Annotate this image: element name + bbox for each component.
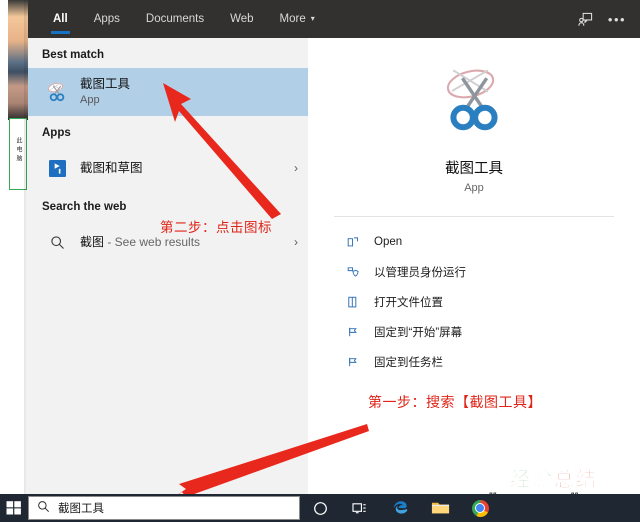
action-run-as-admin[interactable]: 以管理员身份运行 (342, 257, 640, 287)
desktop-icon-label: 此电脑 (15, 137, 21, 164)
tab-web-label: Web (230, 13, 254, 25)
taskbar-search-box[interactable]: 截图工具 (28, 496, 300, 520)
chevron-right-icon[interactable]: › (294, 161, 298, 175)
search-icon (37, 500, 50, 516)
list-item-snip-and-sketch[interactable]: 截图和草图 › (28, 146, 308, 190)
edge-browser-icon[interactable] (380, 494, 420, 522)
search-flyout: All Apps Documents Web More ▾ ••• Best m… (28, 0, 640, 494)
annotation-step-1: 第一步：搜索【截图工具】 (368, 394, 542, 410)
file-explorer-icon[interactable] (420, 494, 460, 522)
best-match-result[interactable]: 截图工具 App (28, 68, 308, 116)
tab-list: All Apps Documents Web More ▾ (40, 0, 328, 38)
action-pin-to-taskbar[interactable]: 固定到任务栏 (342, 347, 640, 377)
chevron-down-icon: ▾ (310, 14, 315, 23)
windows-start-icon[interactable] (0, 494, 28, 522)
feedback-person-icon[interactable] (570, 4, 600, 34)
results-column: Best match 截图工具 App Apps 截图和草图 › Search … (28, 38, 308, 494)
action-open-file-location-label: 打开文件位置 (374, 297, 443, 309)
action-run-as-admin-label: 以管理员身份运行 (374, 267, 466, 279)
detail-pane: 截图工具 App Open 以管理员身份运行 打开文件位置 固定到“开始”屏幕 … (308, 38, 640, 494)
list-item-label: 截图和草图 (80, 160, 143, 175)
best-match-heading: Best match (42, 49, 104, 61)
detail-subtitle: App (464, 182, 484, 194)
search-tabbar: All Apps Documents Web More ▾ ••• (28, 0, 640, 38)
action-pin-to-start-label: 固定到“开始”屏幕 (374, 327, 463, 339)
action-pin-to-taskbar-label: 固定到任务栏 (374, 357, 443, 369)
detail-actions: Open 以管理员身份运行 打开文件位置 固定到“开始”屏幕 固定到任务栏 (308, 217, 640, 377)
action-open[interactable]: Open (342, 227, 640, 257)
tab-all[interactable]: All (40, 0, 81, 38)
detail-title: 截图工具 (445, 161, 503, 177)
tab-apps[interactable]: Apps (81, 0, 133, 38)
header-actions: ••• (570, 4, 640, 34)
web-result-label: 截图 - See web results (80, 234, 200, 250)
best-match-subtitle: App (80, 94, 100, 107)
search-icon (42, 235, 72, 250)
cortana-icon[interactable] (300, 494, 340, 522)
ellipsis-icon[interactable]: ••• (602, 4, 632, 34)
chevron-right-icon[interactable]: › (294, 235, 298, 249)
annotation-step-2: 第二步：点击图标 (160, 220, 272, 235)
snip-and-sketch-icon (42, 159, 72, 177)
detail-hero: 截图工具 App (308, 38, 640, 194)
apps-heading: Apps (42, 127, 71, 139)
action-pin-to-start[interactable]: 固定到“开始”屏幕 (342, 317, 640, 347)
action-open-label: Open (374, 236, 403, 248)
taskbar-icons (300, 494, 500, 522)
search-input[interactable]: 截图工具 (58, 500, 104, 516)
best-match-text: 截图工具 App (80, 76, 130, 108)
screen: 此电脑 All Apps Documents Web More ▾ ••• Be… (0, 0, 640, 522)
open-file-location-icon (342, 295, 364, 309)
chrome-glyph (471, 499, 489, 517)
web-result-query: 截图 (80, 234, 105, 249)
snipping-tool-icon (42, 80, 72, 104)
web-result-text: 截图 - See web results (80, 234, 200, 250)
action-open-file-location[interactable]: 打开文件位置 (342, 287, 640, 317)
tab-more[interactable]: More ▾ (267, 0, 328, 38)
web-result-suffix: - See web results (104, 234, 201, 249)
watermark-cn-left: 经验 (510, 469, 554, 491)
pin-to-start-icon (342, 325, 364, 339)
shield-run-as-admin-icon (342, 265, 364, 279)
watermark-cn: 经验总结 (468, 469, 640, 491)
tab-all-label: All (53, 13, 68, 25)
open-window-icon (342, 235, 364, 249)
task-view-icon[interactable] (340, 494, 380, 522)
taskbar: 截图工具 (0, 494, 640, 522)
tab-documents[interactable]: Documents (133, 0, 217, 38)
chrome-browser-icon[interactable] (460, 494, 500, 522)
pin-to-taskbar-icon (342, 355, 364, 369)
tab-documents-label: Documents (145, 13, 205, 25)
list-item-text: 截图和草图 (80, 160, 143, 177)
tab-more-label: More (279, 13, 306, 25)
snipping-tool-icon-large (308, 62, 640, 141)
tab-web[interactable]: Web (217, 0, 266, 38)
tab-apps-label: Apps (93, 13, 120, 25)
watermark-cn-right: 总结 (554, 469, 598, 491)
ellipsis-glyph: ••• (607, 11, 627, 27)
best-match-title: 截图工具 (80, 77, 131, 92)
